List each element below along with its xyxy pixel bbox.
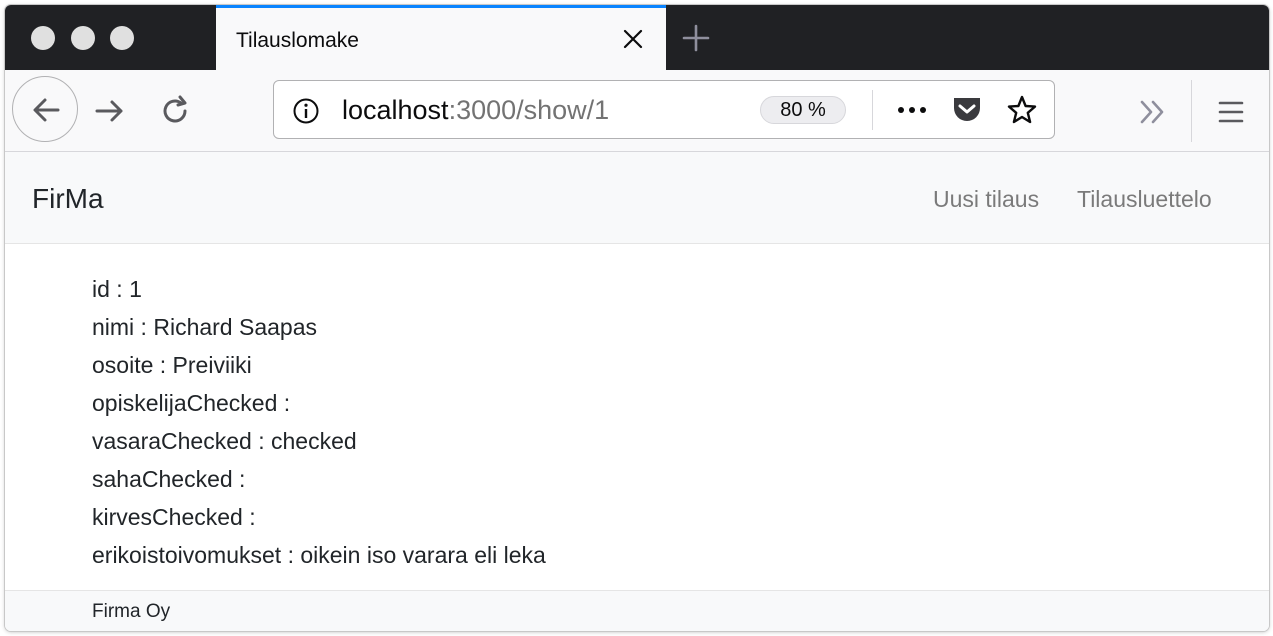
plus-icon[interactable] — [681, 23, 711, 53]
field-row-kirves: kirvesChecked : — [92, 504, 256, 530]
tab-active[interactable]: Tilauslomake — [216, 5, 666, 70]
hamburger-menu-icon[interactable] — [1217, 99, 1245, 125]
arrow-left-icon — [33, 98, 60, 122]
field-value: oikein iso varara eli leka — [300, 542, 546, 568]
field-row-opiskelija: opiskelijaChecked : — [92, 390, 291, 416]
field-key: opiskelijaChecked — [92, 390, 278, 416]
field-row-vasara: vasaraChecked : checked — [92, 428, 357, 454]
url-bar[interactable]: localhost:3000/show/1 80 % — [273, 80, 1055, 139]
order-details: id : 1 nimi : Richard Saapas osoite : Pr… — [92, 270, 546, 574]
field-row-nimi: nimi : Richard Saapas — [92, 314, 317, 340]
window-minimize-dot[interactable] — [71, 26, 95, 50]
field-row-erikoistoivomukset: erikoistoivomukset : oikein iso varara e… — [92, 542, 546, 568]
url-path: :3000/show/1 — [448, 95, 610, 125]
url-text[interactable]: localhost:3000/show/1 — [342, 95, 609, 126]
field-key: erikoistoivomukset — [92, 542, 282, 568]
arrow-right-icon[interactable] — [93, 94, 127, 128]
field-row-saha: sahaChecked : — [92, 466, 246, 492]
field-row-osoite: osoite : Preiviiki — [92, 352, 252, 378]
navigation-toolbar: localhost:3000/show/1 80 % — [5, 70, 1269, 152]
url-bar-divider — [872, 90, 873, 130]
nav-link-order-list[interactable]: Tilausluettelo — [1077, 186, 1212, 213]
window-close-dot[interactable] — [31, 26, 55, 50]
field-value: checked — [270, 428, 357, 454]
window-zoom-dot[interactable] — [110, 26, 134, 50]
info-icon[interactable] — [292, 97, 320, 125]
browser-window: Tilauslomake localhost:3000/show/1 80 % … — [5, 5, 1269, 631]
field-key: id — [92, 276, 110, 302]
pocket-icon[interactable] — [951, 95, 983, 125]
field-value: Preiviiki — [172, 352, 252, 378]
site-footer: Firma Oy — [5, 590, 1269, 631]
field-value: Richard Saapas — [153, 314, 317, 340]
field-key: osoite — [92, 352, 154, 378]
back-button[interactable] — [12, 76, 78, 142]
star-icon[interactable] — [1006, 94, 1038, 126]
field-key: vasaraChecked — [92, 428, 252, 454]
field-value: 1 — [129, 276, 142, 302]
field-key: sahaChecked — [92, 466, 233, 492]
site-navbar: FirMa Uusi tilaus Tilausluettelo — [5, 152, 1269, 244]
url-host: localhost — [342, 95, 449, 125]
field-row-id: id : 1 — [92, 276, 142, 302]
tab-strip: Tilauslomake — [5, 5, 1269, 70]
double-chevron-icon[interactable] — [1137, 98, 1169, 126]
toolbar-divider — [1191, 80, 1192, 142]
reload-icon[interactable] — [158, 94, 192, 128]
more-dots-icon[interactable] — [894, 96, 930, 124]
footer-text: Firma Oy — [92, 601, 171, 622]
tab-title: Tilauslomake — [236, 29, 359, 52]
brand-link[interactable]: FirMa — [32, 183, 104, 215]
close-icon[interactable] — [622, 28, 644, 50]
field-key: nimi — [92, 314, 135, 340]
zoom-level-badge[interactable]: 80 % — [760, 96, 846, 124]
field-key: kirvesChecked — [92, 504, 243, 530]
nav-link-new-order[interactable]: Uusi tilaus — [933, 186, 1039, 213]
